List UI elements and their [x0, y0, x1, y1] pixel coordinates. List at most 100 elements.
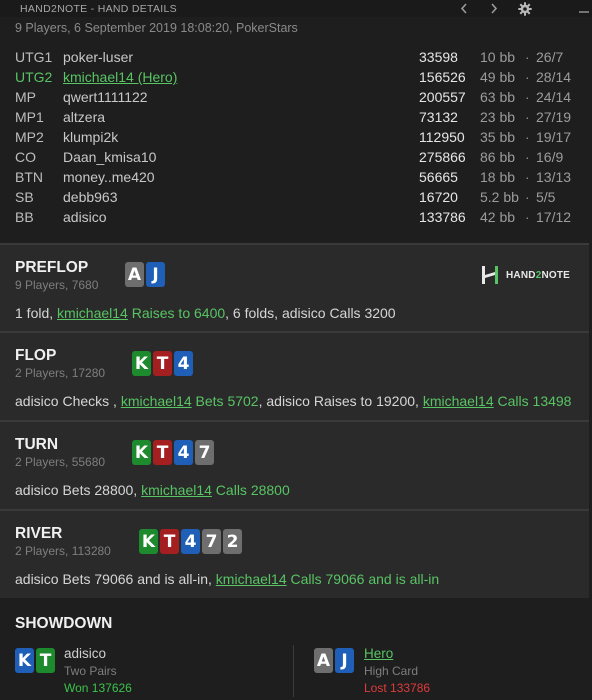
player-row[interactable]: CO Daan_kmisa10 275866 86 bb · 16/9 [0, 147, 592, 167]
player-row[interactable]: MP1 altzera 73132 23 bb · 27/19 [0, 107, 592, 127]
street-actions: 1 fold, kmichael14 Raises to 6400, 6 fol… [15, 305, 396, 321]
player-name: adisico [63, 209, 107, 225]
chevron-right-icon[interactable] [485, 0, 503, 17]
separator-dot: · [525, 169, 530, 185]
street-title: FLOP [15, 347, 57, 364]
street-title: PREFLOP [15, 259, 89, 276]
player-vpip-pfr: 17/12 [536, 209, 572, 225]
player-vpip-pfr: 26/7 [536, 49, 564, 65]
player-name: qwert1111122 [63, 89, 148, 105]
player-name: klumpi2k [63, 129, 119, 145]
flop-section: FLOP 2 Players, 17280 KT4 adisico Checks… [0, 333, 589, 420]
river-section: RIVER 2 Players, 113280 KT472 adisico Be… [0, 511, 589, 598]
action-text: Calls 3200 [329, 305, 396, 321]
preflop-section: PREFLOP 9 Players, 7680 AJ 1 fold, kmich… [0, 245, 589, 331]
action-text: , 6 folds, adisico [225, 305, 330, 321]
hand2note-logo: HAND2NOTE [480, 265, 570, 285]
card: J [335, 648, 354, 673]
action-text: , adisico Raises to 19200, [258, 393, 423, 409]
street-actions: adisico Checks , kmichael14 Bets 5702, a… [15, 393, 571, 409]
player-vpip-pfr: 27/19 [536, 109, 572, 125]
hero-name-link[interactable]: kmichael14 [423, 393, 494, 409]
player-row[interactable]: BB adisico 133786 42 bb · 17/12 [0, 207, 592, 227]
player-position: MP1 [15, 109, 44, 125]
turn-section: TURN 2 Players, 55680 KT47 adisico Bets … [0, 422, 589, 509]
player-vpip-pfr: 24/14 [536, 89, 572, 105]
player-row[interactable]: SB debb963 16720 5.2 bb · 5/5 [0, 187, 592, 207]
title-bar: HAND2NOTE - HAND DETAILS [0, 0, 592, 17]
street-title: RIVER [15, 525, 63, 542]
showdown-result: Won 137626 [64, 681, 132, 695]
chevron-left-icon[interactable] [455, 0, 473, 17]
showdown-player-name[interactable]: adisico [64, 646, 106, 661]
card: 4 [174, 440, 193, 465]
player-vpip-pfr: 19/17 [536, 129, 572, 145]
player-position: SB [15, 189, 34, 205]
action-text: Calls 28800 [211, 482, 290, 498]
showdown-title: SHOWDOWN [15, 615, 113, 632]
street-actions: adisico Bets 79066 and is all-in, kmicha… [15, 571, 439, 587]
separator-dot: · [525, 129, 530, 145]
player-stack-bb: 10 bb [480, 49, 516, 65]
separator-dot: · [525, 149, 530, 165]
window-title: HAND2NOTE - HAND DETAILS [20, 2, 177, 15]
showdown-hand-rank: Two Pairs [64, 664, 117, 678]
player-stack: 200557 [419, 89, 466, 105]
minimize-icon[interactable] [576, 0, 592, 17]
showdown-cards-adisico: KT [15, 648, 55, 673]
player-row[interactable]: BTN money..me420 56665 18 bb · 13/13 [0, 167, 592, 187]
player-stack: 56665 [419, 169, 458, 185]
card: T [160, 529, 179, 554]
card: K [132, 440, 151, 465]
hero-name-link[interactable]: kmichael14 [57, 305, 128, 321]
street-info: 2 Players, 113280 [15, 544, 111, 558]
player-row[interactable]: MP qwert1111122 200557 63 bb · 24/14 [0, 87, 592, 107]
action-text: Raises to 6400 [127, 305, 226, 321]
card: 7 [202, 529, 221, 554]
separator-dot: · [525, 209, 530, 225]
player-name: poker-luser [63, 49, 134, 65]
showdown-result: Lost 133786 [364, 681, 431, 695]
player-name: debb963 [63, 189, 118, 205]
player-position: UTG1 [15, 49, 53, 65]
action-text: Calls 79066 and is all-in [286, 571, 440, 587]
showdown-hand-rank: High Card [364, 664, 419, 678]
players-table: UTG1 poker-luser 33598 10 bb · 26/7 UTG2 kmicha… [0, 47, 592, 227]
hero-name-link[interactable]: kmichael14 [141, 482, 212, 498]
card: A [125, 262, 144, 287]
action-text: 1 fold, [15, 305, 58, 321]
player-stack-bb: 49 bb [480, 69, 516, 85]
player-row[interactable]: MP2 klumpi2k 112950 35 bb · 19/17 [0, 127, 592, 147]
player-name: Daan_kmisa10 [63, 149, 157, 165]
player-position: CO [15, 149, 36, 165]
card: 4 [174, 351, 193, 376]
showdown-player-name[interactable]: Hero [364, 646, 393, 661]
street-info: 2 Players, 55680 [15, 455, 106, 469]
gear-icon[interactable] [516, 0, 534, 17]
action-text: Calls 13498 [493, 393, 572, 409]
showdown-section: SHOWDOWN KT adisico Two Pairs Won 137626… [0, 598, 589, 700]
player-name: money..me420 [63, 169, 155, 185]
action-text: adisico Bets 28800, [15, 482, 142, 498]
player-stack-bb: 42 bb [480, 209, 516, 225]
player-stack-bb: 63 bb [480, 89, 516, 105]
player-stack: 156526 [419, 69, 466, 85]
player-stack-bb: 5.2 bb [480, 189, 519, 205]
hero-name-link[interactable]: kmichael14 [216, 571, 287, 587]
player-name: altzera [63, 109, 106, 125]
player-position: MP [15, 89, 36, 105]
player-stack-bb: 35 bb [480, 129, 516, 145]
player-position: BB [15, 209, 34, 225]
separator-dot: · [525, 109, 530, 125]
player-row[interactable]: UTG1 poker-luser 33598 10 bb · 26/7 [0, 47, 592, 67]
card: K [139, 529, 158, 554]
hero-name-link[interactable]: kmichael14 [121, 393, 192, 409]
hole-cards: AJ [125, 262, 165, 287]
player-row[interactable]: UTG2 kmichael14 (Hero) 156526 49 bb · 28/14 [0, 67, 592, 87]
board-cards: KT47 [132, 440, 214, 465]
street-actions: adisico Bets 28800, kmichael14 Calls 288… [15, 482, 290, 498]
player-stack-bb: 18 bb [480, 169, 516, 185]
player-stack: 73132 [419, 109, 458, 125]
player-position: BTN [15, 169, 43, 185]
card: A [314, 648, 333, 673]
